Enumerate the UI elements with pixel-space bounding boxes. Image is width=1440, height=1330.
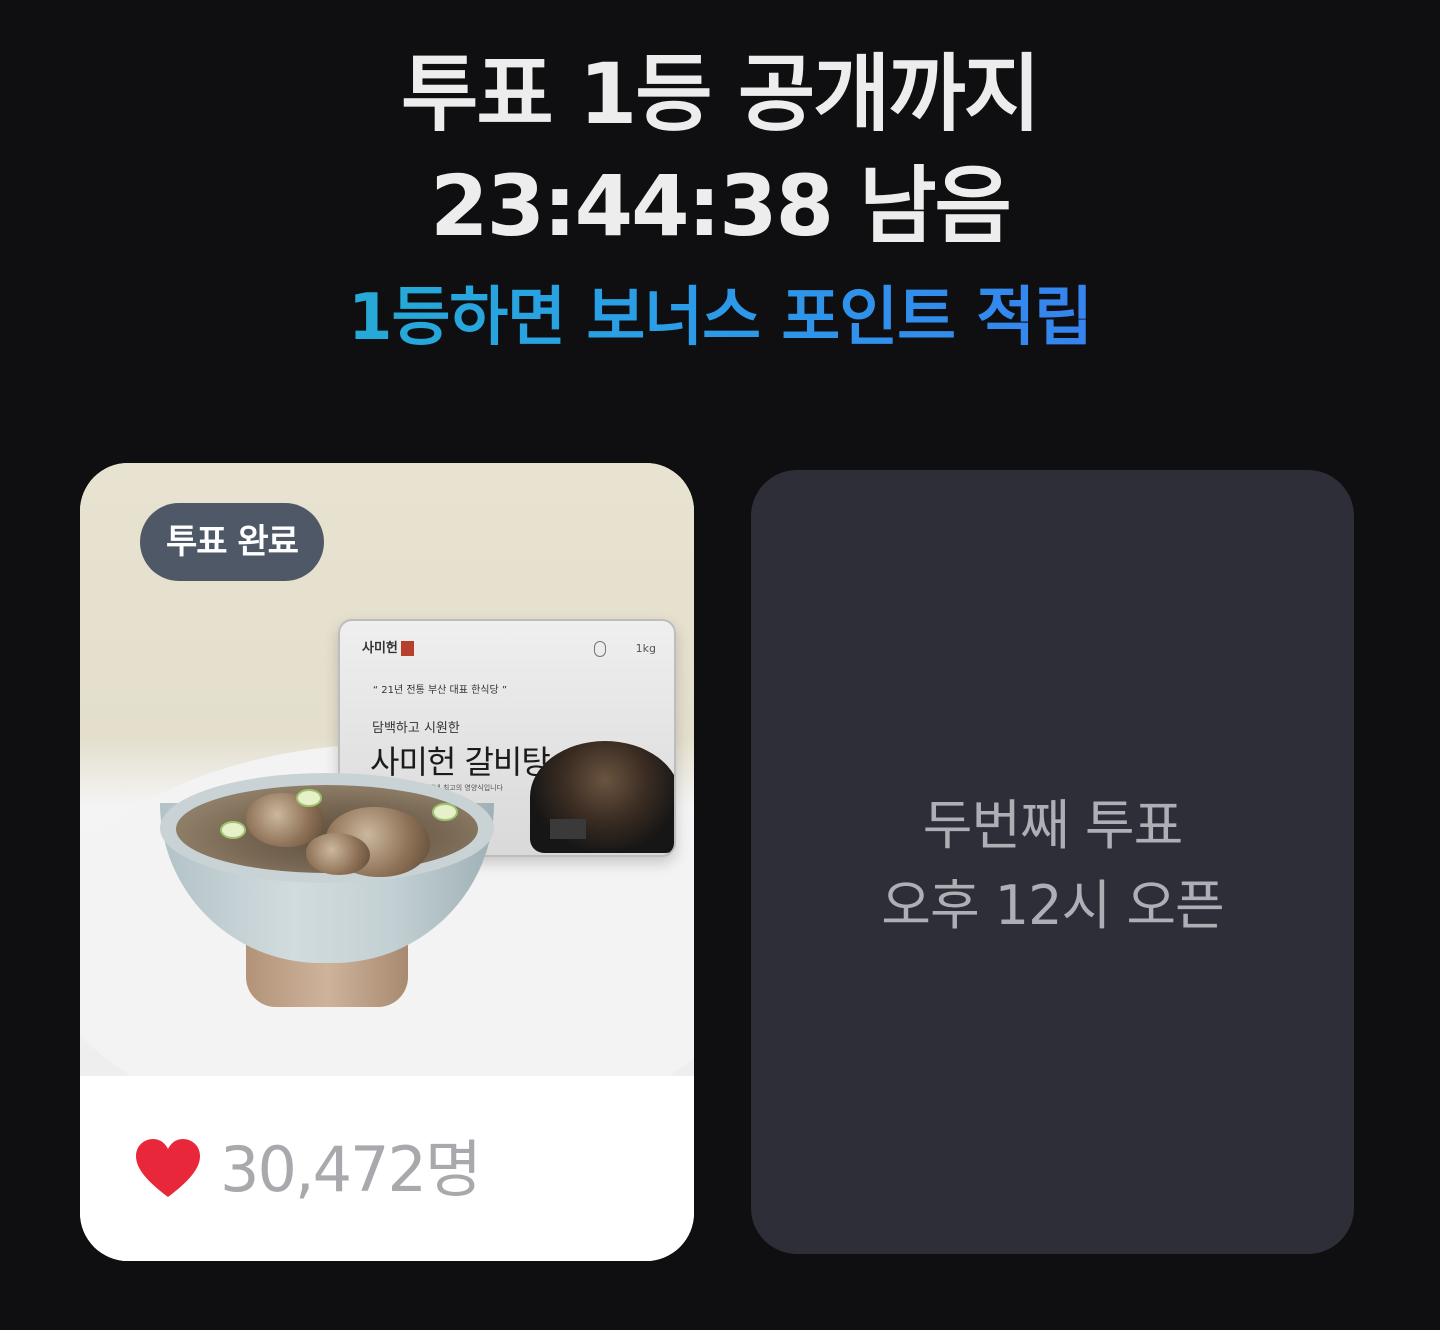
voted-product-card[interactable]: 사미헌 1kg “ 21년 전통 부산 대표 한식당 ” 담백하고 시원한 사미… — [80, 463, 694, 1261]
package-description: 담백하고 시원한 — [372, 721, 460, 736]
brand-seal-icon — [400, 641, 414, 656]
vote-reveal-title: 투표 1등 공개까지 — [401, 45, 1041, 143]
heart-icon — [136, 1139, 200, 1197]
short-rib — [306, 833, 370, 875]
second-vote-title: 두번째 투표 — [922, 794, 1184, 857]
galbitang-soup — [176, 785, 478, 877]
vote-complete-badge: 투표 완료 — [140, 503, 324, 581]
second-vote-card: 두번째 투표 오후 12시 오픈 — [751, 470, 1354, 1254]
vote-count: 30,472명 — [220, 1133, 482, 1206]
product-photo: 사미헌 1kg “ 21년 전통 부산 대표 한식당 ” 담백하고 시원한 사미… — [80, 463, 694, 1076]
countdown-header: 투표 1등 공개까지 23:44:38 남음 1등하면 보너스 포인트 적립 — [0, 38, 1440, 360]
package-weight: 1kg — [594, 641, 656, 657]
second-vote-notice: 두번째 투표 오후 12시 오픈 — [751, 786, 1354, 946]
soup-bowl — [160, 773, 494, 1043]
package-slogan: “ 21년 전통 부산 대표 한식당 ” — [372, 685, 508, 696]
package-redacted-label — [550, 819, 586, 839]
scallion — [432, 803, 458, 821]
package-brand: 사미헌 — [362, 637, 414, 656]
scallion — [220, 821, 246, 839]
countdown-timer: 23:44:38 남음 — [430, 157, 1012, 255]
second-vote-open-time: 오후 12시 오픈 — [881, 874, 1224, 937]
scallion — [296, 789, 322, 807]
vote-count-bar: 30,472명 — [80, 1076, 694, 1261]
bonus-points-notice: 1등하면 보너스 포인트 적립 — [0, 276, 1440, 360]
